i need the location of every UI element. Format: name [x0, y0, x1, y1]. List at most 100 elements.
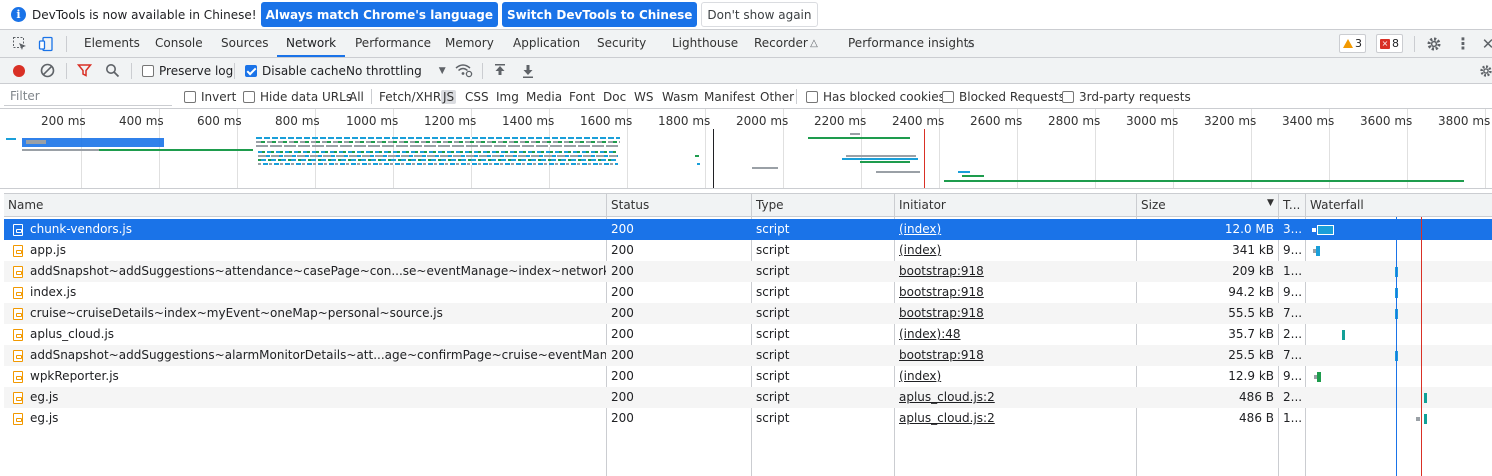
request-initiator-link[interactable]: aplus_cloud.js:2 [895, 387, 1135, 408]
export-har-button[interactable] [522, 58, 534, 83]
blocked-requests-checkbox[interactable]: Blocked Requests [942, 84, 1065, 109]
table-row[interactable]: wpkReporter.js 200 script (index) 12.9 k… [4, 366, 1306, 387]
type-filter-font[interactable]: Font [569, 84, 595, 109]
type-filter-ws[interactable]: WS [634, 84, 653, 109]
tab-lighthouse[interactable]: Lighthouse [672, 30, 738, 57]
tab-memory[interactable]: Memory [445, 30, 494, 57]
tick-label: 1000 ms [346, 114, 399, 128]
always-match-language-button[interactable]: Always match Chrome's language [260, 2, 498, 27]
column-header-time[interactable]: T... [1279, 194, 1300, 216]
type-filter-fetch-xhr[interactable]: Fetch/XHR [379, 84, 441, 109]
checkbox-unchecked[interactable] [942, 90, 954, 103]
timeline-overview[interactable]: 200 ms 400 ms 600 ms 800 ms 1000 ms 1200… [0, 109, 1492, 189]
request-type: script [756, 264, 790, 278]
type-filter-doc[interactable]: Doc [603, 84, 626, 109]
type-filter-css[interactable]: CSS [465, 84, 489, 109]
disable-cache-checkbox[interactable]: Disable cache [245, 58, 346, 83]
column-header-status[interactable]: Status [607, 194, 649, 216]
record-button[interactable] [13, 58, 25, 83]
column-header-size[interactable]: Size [1137, 194, 1166, 216]
table-row[interactable]: addSnapshot~addSuggestions~attendance~ca… [4, 261, 1306, 282]
table-row[interactable]: app.js 200 script (index) 341 kB 9... [4, 240, 1306, 261]
has-blocked-cookies-checkbox[interactable]: Has blocked cookies [806, 84, 945, 109]
table-row[interactable]: eg.js 200 script aplus_cloud.js:2 486 B … [4, 387, 1306, 408]
devtools-tabbar: Elements Console Sources Network Perform… [0, 30, 1492, 58]
device-toolbar-icon[interactable] [38, 36, 54, 52]
filter-toggle-button[interactable] [77, 58, 92, 83]
checkbox-unchecked[interactable] [806, 90, 818, 103]
search-button[interactable] [105, 58, 120, 83]
type-filter-other[interactable]: Other [760, 84, 794, 109]
checkbox-unchecked[interactable] [142, 64, 154, 77]
table-row[interactable]: eg.js 200 script aplus_cloud.js:2 486 B … [4, 408, 1306, 429]
request-initiator-link[interactable]: bootstrap:918 [895, 345, 1135, 366]
column-header-name[interactable]: Name [4, 194, 43, 216]
table-row[interactable]: addSnapshot~addSuggestions~alarmMonitorD… [4, 345, 1306, 366]
type-filter-wasm[interactable]: Wasm [662, 84, 698, 109]
type-filter-img[interactable]: Img [496, 84, 519, 109]
more-options-icon[interactable]: ⋮ [1455, 36, 1471, 52]
inspect-element-icon[interactable] [12, 36, 28, 52]
network-conditions-button[interactable] [455, 58, 473, 83]
column-header-initiator[interactable]: Initiator [895, 194, 946, 216]
table-row[interactable]: cruise~cruiseDetails~index~myEvent~oneMa… [4, 303, 1306, 324]
request-initiator-link[interactable]: bootstrap:918 [895, 282, 1135, 303]
type-filter-media[interactable]: Media [526, 84, 562, 109]
checkbox-unchecked[interactable] [184, 90, 196, 103]
request-name: addSnapshot~addSuggestions~alarmMonitorD… [30, 348, 606, 362]
invert-checkbox[interactable]: Invert [184, 84, 236, 109]
tab-application[interactable]: Application [513, 30, 580, 57]
request-status: 200 [611, 222, 634, 236]
request-initiator-link[interactable]: (index) [895, 240, 1135, 261]
type-filter-manifest[interactable]: Manifest [704, 84, 755, 109]
type-filter-all[interactable]: All [349, 84, 364, 109]
table-row[interactable]: chunk-vendors.js 200 script (index) 12.0… [4, 219, 1306, 240]
tick-label: 3400 ms [1282, 114, 1335, 128]
hide-data-urls-checkbox[interactable]: Hide data URLs [243, 84, 352, 109]
column-header-waterfall[interactable]: Waterfall [1306, 194, 1364, 216]
third-party-requests-checkbox[interactable]: 3rd-party requests [1062, 84, 1191, 109]
import-har-button[interactable] [494, 58, 506, 83]
request-initiator-link[interactable]: (index):48 [895, 324, 1135, 345]
tab-network[interactable]: Network [277, 30, 346, 57]
checkbox-checked[interactable] [245, 64, 257, 77]
request-initiator-link[interactable]: (index) [895, 366, 1135, 387]
switch-to-chinese-button[interactable]: Switch DevTools to Chinese [501, 2, 698, 27]
divider [66, 36, 67, 52]
clear-button[interactable] [40, 58, 55, 83]
waterfall-download-bar [1316, 246, 1320, 256]
request-type: script [756, 369, 790, 383]
request-initiator-link[interactable]: bootstrap:918 [895, 261, 1135, 282]
preserve-log-checkbox[interactable]: Preserve log [142, 58, 233, 83]
filter-input[interactable] [4, 87, 172, 106]
tab-security[interactable]: Security [597, 30, 646, 57]
table-row[interactable]: aplus_cloud.js 200 script (index):48 35.… [4, 324, 1306, 345]
checkbox-unchecked[interactable] [1062, 90, 1074, 103]
divider [234, 63, 235, 79]
tab-recorder[interactable]: Recorder [754, 30, 808, 57]
dont-show-again-button[interactable]: Don't show again [701, 2, 818, 27]
request-initiator-link[interactable]: bootstrap:918 [895, 303, 1135, 324]
table-row[interactable]: index.js 200 script bootstrap:918 94.2 k… [4, 282, 1306, 303]
warnings-badge[interactable]: 3 [1339, 34, 1366, 53]
network-settings-button[interactable] [1479, 58, 1492, 83]
preserve-log-label: Preserve log [159, 63, 234, 78]
request-initiator-link[interactable]: (index) [895, 219, 1135, 240]
divider [1414, 36, 1415, 52]
throttling-select[interactable]: No throttling ▼ [346, 58, 446, 83]
waterfall-column[interactable] [1306, 217, 1492, 476]
tab-performance[interactable]: Performance [355, 30, 431, 57]
tab-elements[interactable]: Elements [84, 30, 140, 57]
close-devtools-icon[interactable]: ✕ [1480, 36, 1492, 52]
checkbox-unchecked[interactable] [243, 90, 255, 103]
tab-sources[interactable]: Sources [221, 30, 268, 57]
type-filter-js[interactable]: JS [441, 84, 457, 109]
column-header-type[interactable]: Type [752, 194, 784, 216]
request-initiator-link[interactable]: aplus_cloud.js:2 [895, 408, 1135, 429]
divider [796, 89, 797, 104]
tab-performance-insights[interactable]: Performance insights [848, 30, 975, 57]
errors-badge[interactable]: × 8 [1376, 34, 1403, 53]
tab-console[interactable]: Console [155, 30, 203, 57]
settings-gear-icon[interactable] [1426, 36, 1442, 52]
download-icon [523, 64, 533, 78]
